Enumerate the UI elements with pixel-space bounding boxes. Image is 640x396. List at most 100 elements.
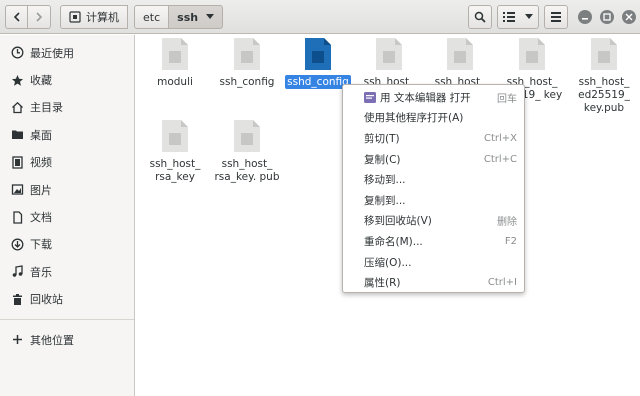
plus-icon: [10, 333, 24, 347]
close-icon: [625, 13, 633, 21]
dropdown-icon: [525, 14, 533, 19]
sidebar-item-downloads[interactable]: 下载: [0, 231, 134, 258]
sidebar-item-documents[interactable]: 文档: [0, 203, 134, 230]
file-item[interactable]: ssh_host_: [353, 38, 425, 89]
sidebar-item-label: 视频: [30, 156, 52, 170]
root-icon: [69, 11, 81, 23]
music-icon: [10, 265, 24, 279]
back-button[interactable]: [5, 5, 28, 29]
trash-icon: [10, 292, 24, 306]
sidebar-item-recent[interactable]: 最近使用: [0, 39, 134, 66]
maximize-button[interactable]: [600, 10, 614, 24]
file-icon: [234, 120, 260, 152]
star-icon: [10, 73, 24, 87]
menu-item-accel: Ctrl+C: [483, 153, 517, 165]
menu-item-label: 使用其他程序打开(A): [364, 112, 464, 125]
file-item[interactable]: ssh_config: [211, 38, 283, 89]
menu-item-label: 复制到...: [364, 194, 406, 207]
document-icon: [10, 210, 24, 224]
file-icon: [591, 38, 617, 70]
sidebar-item-label: 下载: [30, 238, 52, 252]
sidebar-item-other-locations[interactable]: 其他位置: [0, 326, 134, 353]
file-name: ssh_host_ rsa_key. pub: [214, 158, 280, 183]
search-icon: [474, 11, 486, 23]
sidebar-item-label: 桌面: [30, 128, 52, 142]
sidebar-item-starred[interactable]: 收藏: [0, 66, 134, 93]
file-item[interactable]: ssh_host_ rsa_key: [139, 120, 211, 184]
file-item[interactable]: ssh_host_ ed25519_ key.pub: [568, 38, 640, 115]
menu-item-accel: Ctrl+X: [483, 132, 517, 144]
menu-item-label: 属性(R): [364, 277, 401, 290]
sidebar-item-desktop[interactable]: 桌面: [0, 121, 134, 148]
crumb-etc-label: etc: [143, 10, 161, 24]
main-menu-button[interactable]: [544, 5, 568, 29]
sidebar-item-trash[interactable]: 回收站: [0, 286, 134, 313]
file-item[interactable]: ssh_host_: [424, 38, 496, 89]
minimize-icon: [582, 18, 588, 20]
view-list-icon: [503, 12, 515, 22]
file-icon: [162, 120, 188, 152]
sidebar-item-videos[interactable]: 视频: [0, 149, 134, 176]
image-icon: [10, 183, 24, 197]
menu-icon: [551, 12, 561, 22]
maximize-icon: [603, 13, 611, 21]
download-icon: [10, 237, 24, 251]
menu-item-compress[interactable]: 压缩(O)...: [343, 252, 524, 273]
menu-item-label: 重命名(M)...: [364, 235, 423, 248]
menu-item-label: 移动到...: [364, 174, 406, 187]
crumb-computer[interactable]: 计算机: [60, 5, 128, 29]
sidebar-item-music[interactable]: 音乐: [0, 258, 134, 285]
menu-item-copy-to[interactable]: 复制到...: [343, 190, 524, 211]
sidebar-item-label: 图片: [30, 183, 52, 197]
sidebar-item-label: 回收站: [30, 293, 63, 307]
video-icon: [10, 155, 24, 169]
sidebar-item-label: 主目录: [30, 101, 63, 115]
menu-item-move-to-trash[interactable]: 移到回收站(V) 删除: [343, 211, 524, 232]
menu-item-open-with-text-editor[interactable]: 用 文本编辑器 打开 回车: [343, 87, 524, 108]
sidebar-item-home[interactable]: 主目录: [0, 94, 134, 121]
menu-item-copy[interactable]: 复制(C) Ctrl+C: [343, 149, 524, 170]
menu-item-cut[interactable]: 剪切(T) Ctrl+X: [343, 128, 524, 149]
menu-item-accel: 删除: [497, 217, 517, 229]
text-editor-icon: [364, 91, 376, 103]
menu-item-label: 用 文本编辑器 打开: [380, 91, 471, 104]
close-button[interactable]: [622, 10, 636, 24]
sidebar-item-label: 音乐: [30, 265, 52, 279]
menu-item-rename[interactable]: 重命名(M)... F2: [343, 231, 524, 252]
crumb-ssh[interactable]: ssh: [169, 5, 224, 29]
file-name: ssh_host_ ed25519_ key.pub: [578, 76, 630, 114]
menu-item-label: 复制(C): [364, 153, 401, 166]
menu-item-label: 移到回收站(V): [364, 215, 432, 228]
crumb-etc[interactable]: etc: [134, 5, 170, 29]
crumb-ssh-label: ssh: [177, 10, 199, 24]
back-icon: [13, 12, 20, 22]
file-item[interactable]: moduli: [139, 38, 211, 89]
file-name: ssh_host_ rsa_key: [149, 158, 201, 183]
sidebar-item-pictures[interactable]: 图片: [0, 176, 134, 203]
menu-item-open-with-other[interactable]: 使用其他程序打开(A): [343, 108, 524, 129]
forward-button[interactable]: [28, 5, 51, 29]
sidebar-item-label: 文档: [30, 211, 52, 225]
menu-item-accel: 回车: [497, 93, 517, 105]
sidebar: 最近使用 收藏 主目录 桌面 视频 图片 文档 下载 音乐 回收站 其他位置: [0, 35, 135, 396]
minimize-button[interactable]: [578, 10, 592, 24]
menu-item-label: 压缩(O)...: [364, 256, 412, 269]
file-name: ssh_config: [219, 76, 275, 88]
menu-item-move-to[interactable]: 移动到...: [343, 169, 524, 190]
sidebar-item-label: 收藏: [30, 74, 52, 88]
sidebar-separator: [0, 318, 134, 320]
file-icon: [162, 38, 188, 70]
file-icon: [447, 38, 473, 70]
file-item[interactable]: ssh_host_ rsa_key. pub: [211, 120, 283, 184]
search-button[interactable]: [468, 5, 492, 29]
file-item-selected[interactable]: sshd_config: [282, 38, 354, 89]
context-menu: 用 文本编辑器 打开 回车 使用其他程序打开(A) 剪切(T) Ctrl+X 复…: [342, 84, 525, 293]
view-options-button[interactable]: [497, 5, 539, 29]
forward-icon: [36, 12, 43, 22]
header-bar: 计算机 etc ssh: [0, 0, 640, 34]
menu-item-accel: Ctrl+I: [487, 277, 517, 289]
breadcrumb: 计算机 etc ssh: [60, 5, 224, 29]
dropdown-icon: [206, 14, 215, 19]
menu-item-properties[interactable]: 属性(R) Ctrl+I: [343, 272, 524, 293]
file-icon: [519, 38, 545, 70]
